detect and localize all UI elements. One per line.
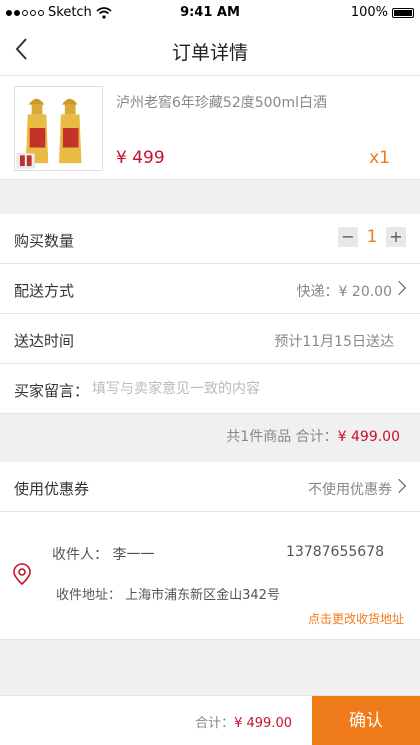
order-summary: 共1件商品 合计：¥ 499.00 [0,416,420,462]
page-title: 订单详情 [171,42,248,64]
shipping-method-value: 快递：¥ 20.00 [296,284,392,300]
bottom-bar: 合计：¥ 499.00 确认 [0,695,420,745]
coupon-label: 使用优惠券 [14,480,90,498]
chevron-right-icon [391,280,407,296]
address-card: 收件人： 李一一 13787655678 收件地址： 上海市浦东新区金山342号… [0,512,420,640]
product-card: 泸州老窖6年珍藏52度500ml白酒 ¥ 499 x1 [0,76,420,180]
recipient-name: 收件人： 李一一 [52,547,155,563]
buyer-message-row: 买家留言： [0,364,420,414]
summary-prefix: 共1件商品 合计： [226,429,338,445]
product-image [14,86,103,171]
delivery-time-label: 送达时间 [14,332,75,350]
change-address-link[interactable]: 点击更改收货地址 [308,610,404,627]
shipping-method-label: 配送方式 [14,282,75,300]
product-name: 泸州老窖6年珍藏52度500ml白酒 [116,95,327,111]
decrement-button[interactable]: − [338,227,358,247]
buyer-message-input[interactable] [92,376,392,402]
battery-group: 100% [351,5,414,20]
summary-amount: ¥ 499.00 [337,429,400,445]
quantity-value: 1 [366,227,378,247]
status-bar: Sketch 9:41 AM 100% [0,0,420,24]
purchase-quantity-row: 购买数量 − 1 + [0,214,420,264]
footer-total: 合计：¥ 499.00 [195,712,292,731]
delivery-time-value: 预计11月15日送达 [274,334,394,350]
coupon-row[interactable]: 使用优惠券 不使用优惠券 [0,462,420,512]
product-price: ¥ 499 [116,148,165,168]
footer-total-amount: ¥ 499.00 [234,716,292,731]
buyer-message-label: 买家留言： [14,382,90,400]
location-pin-icon [13,563,31,586]
delivery-time-row: 送达时间 预计11月15日送达 [0,314,420,364]
nav-bar: 订单详情 [0,24,420,76]
confirm-button[interactable]: 确认 [312,696,420,745]
footer-total-label: 合计： [195,716,235,731]
delivery-address: 收件地址： 上海市浦东新区金山342号 [56,588,280,603]
summary-text: 共1件商品 合计：¥ 499.00 [226,426,400,446]
chevron-right-icon [391,478,407,494]
battery-icon [392,7,414,18]
quantity-stepper: − 1 + [338,227,406,247]
coupon-value: 不使用优惠券 [308,482,392,498]
product-quantity: x1 [369,148,390,168]
battery-label: 100% [350,5,388,20]
recipient-phone: 13787655678 [286,544,384,560]
purchase-quantity-label: 购买数量 [14,232,75,250]
increment-button[interactable]: + [386,227,406,247]
shipping-method-row[interactable]: 配送方式 快递：¥ 20.00 [0,264,420,314]
